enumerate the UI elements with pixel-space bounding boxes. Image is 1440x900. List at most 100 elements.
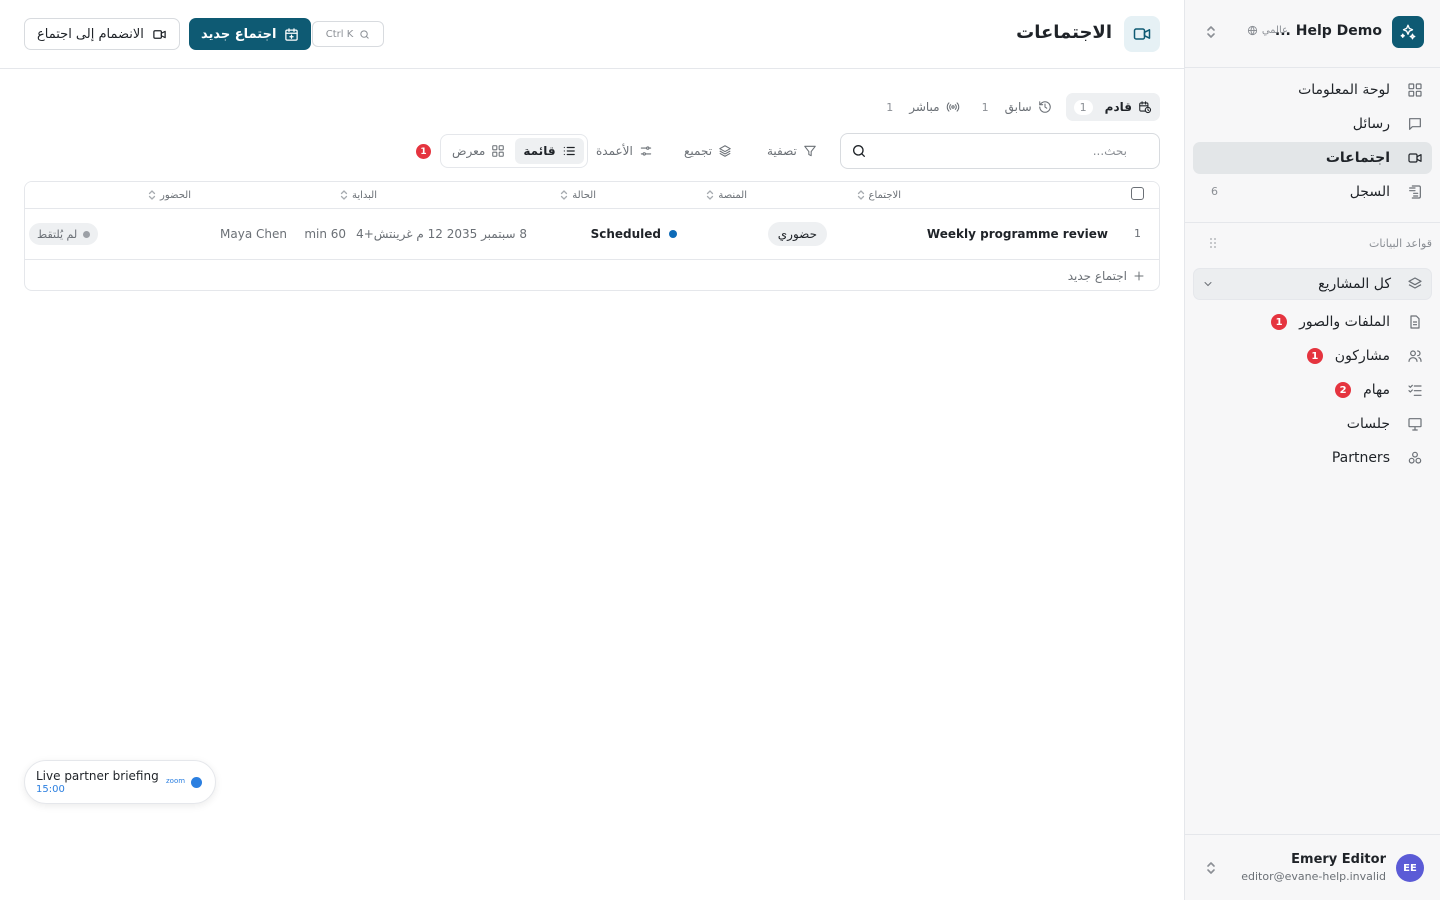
sidebar-item-label: الملفات والصور — [1299, 314, 1390, 330]
sidebar-item-dashboard[interactable]: لوحة المعلومات — [1193, 74, 1432, 106]
filter-icon — [803, 144, 817, 158]
live-meeting-title: Live partner briefing — [36, 769, 159, 783]
column-label: الحضور — [160, 189, 191, 201]
calendar-clock-icon — [1138, 100, 1152, 114]
shortcut-label: Ctrl K — [325, 28, 354, 40]
count-badge: 2 — [1335, 382, 1352, 398]
sidebar-item-label: اجتماعات — [1325, 150, 1390, 166]
column-header-meeting[interactable]: الاجتماع — [857, 189, 901, 201]
active-filter-badge[interactable]: 1 — [416, 144, 431, 159]
filter-label: تصفية — [767, 144, 797, 158]
columns-label: الأعمدة — [596, 144, 633, 158]
live-meeting-time: 15:00 — [36, 784, 65, 795]
user-menu[interactable]: EE Emery Editor editor@evane-help.invali… — [1185, 834, 1440, 900]
filter-button[interactable]: تصفية — [767, 137, 817, 165]
attendance-label: لم يُلتقط — [37, 227, 78, 241]
tab-count: 1 — [886, 100, 894, 114]
workspace-scope-label: عالمي — [1261, 25, 1288, 36]
list-view-button[interactable]: قائمة — [515, 138, 584, 164]
sidebar-divider — [1185, 222, 1440, 223]
view-switcher: قائمة معرض — [440, 134, 588, 168]
layers-icon — [718, 144, 732, 158]
command-search-button[interactable]: Ctrl K — [312, 21, 384, 47]
broadcast-icon — [946, 100, 960, 114]
join-meeting-button[interactable]: الانضمام إلى اجتماع — [24, 18, 180, 50]
globe-icon — [1247, 25, 1257, 36]
tab-upcoming[interactable]: قادم 1 — [1065, 93, 1160, 121]
meeting-title[interactable]: Weekly programme review — [927, 227, 1108, 241]
columns-button[interactable]: الأعمدة — [596, 137, 653, 165]
avatar: EE — [1396, 854, 1424, 882]
workspace-switch-icon[interactable] — [1205, 24, 1217, 40]
sidebar-item-label: لوحة المعلومات — [1298, 82, 1390, 98]
sort-icon — [560, 189, 568, 201]
plus-icon — [1133, 270, 1145, 282]
gallery-view-label: معرض — [452, 144, 486, 158]
row-number: 1 — [1134, 227, 1141, 240]
search-input[interactable] — [867, 144, 1149, 158]
new-meeting-button[interactable]: اجتماع جديد — [189, 18, 312, 50]
table-row[interactable]: 1 Weekly programme review حضوري Schedule… — [25, 209, 1159, 260]
meetings-table: الاجتماع المنصة الحالة البداية الحضور 1 … — [24, 181, 1160, 291]
group-button[interactable]: تجميع — [684, 137, 732, 165]
column-header-start[interactable]: البداية — [340, 189, 377, 201]
video-icon — [152, 27, 167, 42]
workspace-scope: عالمي — [1247, 25, 1288, 36]
chevron-down-icon — [1202, 278, 1214, 290]
attendance-badge: لم يُلتقط — [29, 223, 99, 245]
log-count: 6 — [1211, 185, 1218, 198]
tab-label: مباشر — [909, 100, 940, 114]
column-header-attendance[interactable]: الحضور — [148, 189, 191, 201]
add-meeting-row-button[interactable]: اجتماع جديد — [1067, 261, 1145, 290]
count-badge: 1 — [1306, 348, 1323, 364]
column-header-platform[interactable]: المنصة — [706, 189, 747, 201]
layers-icon — [1407, 276, 1423, 292]
project-select[interactable]: كل المشاريع — [1193, 268, 1432, 300]
sidebar-item-label: مهام — [1363, 382, 1390, 398]
databases-label: قواعد البيانات — [1369, 236, 1432, 250]
start-datetime: 8 سبتمبر 2035 12 م غرينتش+4 — [356, 227, 527, 241]
sidebar-item-log[interactable]: السجل 6 — [1193, 176, 1432, 208]
sidebar-item-label: جلسات — [1346, 416, 1390, 432]
tasks-icon — [1406, 381, 1424, 399]
live-meeting-card[interactable]: Live partner briefing 15:00 zoom — [24, 760, 216, 804]
column-label: البداية — [351, 189, 377, 201]
attendee-name: Maya Chen — [220, 227, 287, 241]
tab-label: قادم — [1104, 100, 1132, 114]
sidebar-item-sessions[interactable]: جلسات — [1193, 408, 1432, 440]
column-label: الحالة — [572, 189, 596, 201]
add-row-label: اجتماع جديد — [1067, 269, 1127, 283]
list-view-label: قائمة — [523, 144, 556, 158]
drag-handle-icon[interactable] — [1209, 237, 1217, 249]
user-name: Emery Editor — [1291, 852, 1386, 867]
tab-past[interactable]: سابق 1 — [974, 93, 1060, 121]
column-label: المنصة — [718, 189, 747, 201]
table-header: الاجتماع المنصة الحالة البداية الحضور — [25, 182, 1159, 209]
video-icon — [1124, 16, 1160, 52]
status-dot — [669, 230, 677, 238]
message-icon — [1406, 115, 1424, 133]
sort-icon — [706, 189, 714, 201]
sidebar-item-meetings[interactable]: اجتماعات — [1193, 142, 1432, 174]
join-meeting-label: الانضمام إلى اجتماع — [37, 26, 144, 42]
tab-live[interactable]: مباشر 1 — [878, 93, 967, 121]
sliders-icon — [639, 144, 653, 158]
column-header-status[interactable]: الحالة — [560, 189, 596, 201]
live-meeting-platform: zoom — [166, 777, 186, 785]
gallery-view-button[interactable]: معرض — [444, 138, 513, 164]
select-all-checkbox[interactable] — [1131, 187, 1144, 200]
sidebar-item-tasks[interactable]: مهام 2 — [1193, 374, 1432, 406]
databases-header: قواعد البيانات — [1193, 234, 1432, 252]
sidebar-item-messages[interactable]: رسائل — [1193, 108, 1432, 140]
sidebar-item-participants[interactable]: مشاركون 1 — [1193, 340, 1432, 372]
sidebar: Help Demo ... عالمي لوحة المعلومات رسائل — [1184, 0, 1440, 900]
sidebar-item-files[interactable]: الملفات والصور 1 — [1193, 306, 1432, 338]
sidebar-item-partners[interactable]: Partners — [1193, 442, 1432, 474]
sort-icon — [148, 189, 156, 201]
main-nav: لوحة المعلومات رسائل اجتماعات السجل 6 — [1193, 74, 1432, 210]
page-title: الاجتماعات — [1016, 22, 1112, 43]
workspace-header[interactable]: Help Demo ... عالمي — [1185, 0, 1440, 68]
user-switch-icon[interactable] — [1205, 860, 1217, 876]
sort-icon — [340, 189, 348, 201]
video-icon — [1406, 149, 1424, 167]
